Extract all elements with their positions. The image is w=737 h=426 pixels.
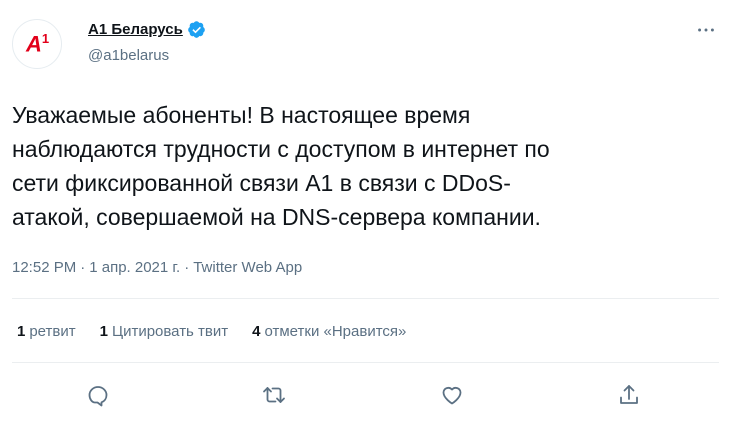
tweet-stats: 1 ретвит 1 Цитировать твит 4 отметки «Нрави… xyxy=(17,323,406,340)
quotes-stat[interactable]: 1 Цитировать твит xyxy=(100,323,229,340)
quotes-label: Цитировать твит xyxy=(111,323,229,340)
brand-logo: A1 xyxy=(25,30,49,57)
tweet-date[interactable]: 1 апр. 2021 г. xyxy=(89,259,180,276)
heart-icon xyxy=(442,387,462,405)
display-name[interactable]: A1 Беларусь xyxy=(88,21,183,38)
tweet-time[interactable]: 12:52 PM xyxy=(12,259,76,276)
author-name-row: A1 Беларусь xyxy=(88,20,206,39)
avatar[interactable]: A1 xyxy=(12,19,62,69)
retweet-icon xyxy=(263,387,285,403)
divider xyxy=(12,362,719,363)
reply-button[interactable] xyxy=(83,380,113,410)
meta-separator: · xyxy=(80,259,86,276)
retweets-label: ретвит xyxy=(29,323,76,340)
handle[interactable]: @a1belarus xyxy=(88,47,169,64)
more-icon[interactable] xyxy=(691,18,721,42)
likes-label: отметки «Нравится» xyxy=(264,323,407,340)
like-button[interactable] xyxy=(437,380,467,410)
tweet-text: Уважаемые абоненты! В настоящее время на… xyxy=(12,102,550,230)
likes-count: 4 xyxy=(252,323,261,340)
retweets-count: 1 xyxy=(17,323,26,340)
share-icon xyxy=(620,385,638,404)
tweet-source[interactable]: Twitter Web App xyxy=(193,259,302,276)
share-button[interactable] xyxy=(614,380,644,410)
retweet-button[interactable] xyxy=(259,380,289,410)
tweet-card: A1 A1 Беларусь @a1belarus Уважаемые абон… xyxy=(0,0,737,426)
meta-separator: · xyxy=(184,259,190,276)
divider xyxy=(12,298,719,299)
quotes-count: 1 xyxy=(99,323,108,340)
likes-stat[interactable]: 4 отметки «Нравится» xyxy=(252,323,406,340)
reply-icon xyxy=(88,386,108,407)
retweets-stat[interactable]: 1 ретвит xyxy=(17,323,76,340)
tweet-meta: 12:52 PM · 1 апр. 2021 г. · Twitter Web … xyxy=(12,259,302,276)
verified-badge-icon xyxy=(187,20,206,39)
